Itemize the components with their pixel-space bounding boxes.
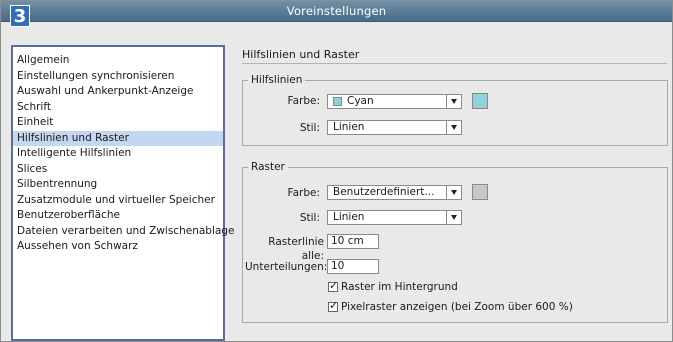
grid-color-dropdown[interactable]: Benutzerdefiniert... bbox=[327, 185, 462, 200]
grid-style-dropdown[interactable]: Linien bbox=[327, 210, 462, 225]
guides-color-value: Cyan bbox=[347, 95, 374, 107]
guides-style-value: Linien bbox=[333, 121, 365, 133]
category-item[interactable]: Aussehen von Schwarz bbox=[13, 239, 223, 255]
guides-color-dropdown[interactable]: Cyan bbox=[327, 94, 462, 109]
category-item[interactable]: Slices bbox=[13, 162, 223, 178]
step-badge: 3 bbox=[10, 5, 30, 27]
category-item[interactable]: Dateien verarbeiten und Zwischenablage bbox=[13, 224, 234, 240]
category-item[interactable]: Hilfslinien und Raster bbox=[13, 130, 223, 146]
grid-color-value: Benutzerdefiniert... bbox=[333, 186, 435, 198]
grid-color-chip[interactable] bbox=[472, 184, 488, 200]
category-list[interactable]: Allgemein Einstellungen synchronisieren Au… bbox=[11, 45, 234, 341]
category-item[interactable]: Einstellungen synchronisieren bbox=[13, 69, 223, 85]
guides-color-chip[interactable] bbox=[472, 93, 488, 109]
category-item[interactable]: Allgemein bbox=[13, 53, 223, 69]
grid-style-value: Linien bbox=[333, 211, 365, 223]
guides-group-label: Hilfslinien bbox=[248, 74, 306, 87]
chevron-down-icon bbox=[446, 186, 461, 199]
gridline-every-input[interactable]: 10 cm bbox=[327, 234, 379, 249]
subdivisions-input[interactable]: 10 bbox=[327, 259, 379, 274]
window-title: Voreinstellungen bbox=[286, 4, 387, 18]
divider bbox=[242, 63, 667, 64]
category-item[interactable]: Silbentrennung bbox=[13, 177, 223, 193]
grid-style-label: Stil: bbox=[299, 212, 320, 224]
section-heading: Hilfslinien und Raster bbox=[242, 48, 360, 61]
grid-color-label: Farbe: bbox=[287, 187, 321, 199]
gridline-every-label: Rasterlinie alle: bbox=[268, 236, 324, 262]
category-item[interactable]: Intelligente Hilfslinien bbox=[13, 146, 223, 162]
grid-in-back-label: Raster im Hintergrund bbox=[341, 281, 458, 293]
title-bar[interactable]: Voreinstellungen bbox=[1, 1, 672, 22]
category-item[interactable]: Schrift bbox=[13, 100, 223, 116]
chevron-down-icon bbox=[446, 211, 461, 224]
guides-style-dropdown[interactable]: Linien bbox=[327, 120, 462, 135]
check-icon: ✓ bbox=[329, 299, 339, 312]
cyan-swatch bbox=[333, 97, 342, 106]
category-item[interactable]: Einheit bbox=[13, 115, 223, 131]
grid-in-back-checkbox[interactable]: ✓ bbox=[328, 279, 339, 292]
subdivisions-label: Unterteilungen: bbox=[245, 261, 328, 273]
category-item[interactable]: Zusatzmodule und virtueller Speicher bbox=[13, 193, 223, 209]
category-item[interactable]: Auswahl und Ankerpunkt-Anzeige bbox=[13, 84, 223, 100]
pixel-grid-label: Pixelraster anzeigen (bei Zoom über 600 … bbox=[341, 301, 573, 313]
category-item[interactable]: Benutzeroberfläche bbox=[13, 208, 223, 224]
chevron-down-icon bbox=[446, 95, 461, 108]
chevron-down-icon bbox=[446, 121, 461, 134]
grid-group-label: Raster bbox=[248, 161, 288, 174]
guides-style-label: Stil: bbox=[299, 122, 320, 134]
pixel-grid-checkbox[interactable]: ✓ bbox=[328, 299, 339, 312]
check-icon: ✓ bbox=[329, 279, 339, 292]
preferences-window: Voreinstellungen Allgemein Einstellungen … bbox=[0, 0, 673, 342]
guides-group: Hilfslinien bbox=[242, 74, 668, 146]
guides-color-label: Farbe: bbox=[287, 95, 321, 107]
